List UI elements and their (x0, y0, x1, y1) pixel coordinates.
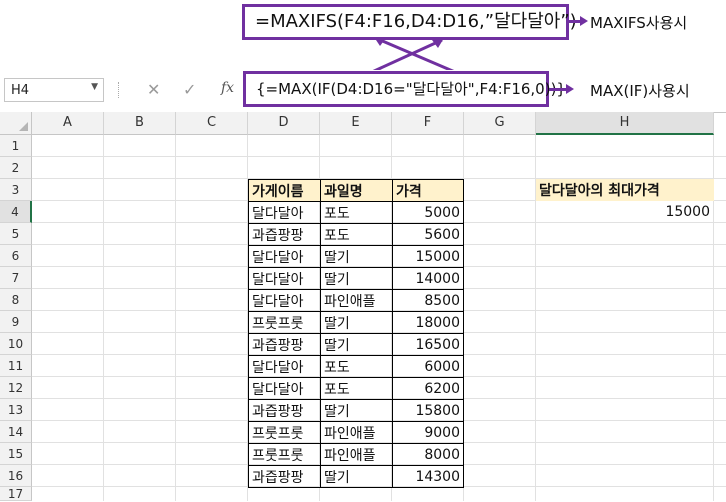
store-cell[interactable]: 과즙팡팡 (248, 465, 321, 488)
header-fruit-name[interactable]: 과일명 (320, 179, 393, 202)
price-cell[interactable]: 14300 (392, 465, 464, 488)
column-header-a[interactable]: A (32, 112, 104, 135)
store-cell[interactable]: 프룻프룻 (248, 311, 321, 334)
store-cell[interactable]: 과즙팡팡 (248, 399, 321, 422)
data-table: 가게이름 과일명 가격 달다달아 포도 5000 과즙팡팡 포도 5600 달다… (248, 179, 464, 488)
name-box-value: H4 (11, 83, 30, 98)
fruit-cell[interactable]: 딸기 (320, 245, 393, 268)
store-cell[interactable]: 프룻프룻 (248, 443, 321, 466)
store-cell[interactable]: 달다달아 (248, 267, 321, 290)
column-header-h[interactable]: H (536, 112, 714, 135)
fruit-cell[interactable]: 파인애플 (320, 289, 393, 312)
store-cell[interactable]: 과즙팡팡 (248, 223, 321, 246)
column-header-b[interactable]: B (104, 112, 176, 135)
column-header-c[interactable]: C (176, 112, 248, 135)
price-cell[interactable]: 16500 (392, 333, 464, 356)
price-cell[interactable]: 8500 (392, 289, 464, 312)
fruit-cell[interactable]: 파인애플 (320, 443, 393, 466)
row-header-16[interactable]: 16 (0, 465, 32, 487)
store-cell[interactable]: 달다달아 (248, 377, 321, 400)
price-cell[interactable]: 9000 (392, 421, 464, 444)
row-header-12[interactable]: 12 (0, 377, 32, 399)
gridline (175, 135, 176, 501)
store-cell[interactable]: 과즙팡팡 (248, 333, 321, 356)
price-cell[interactable]: 6000 (392, 355, 464, 378)
insert-function-icon[interactable]: fx (221, 80, 234, 96)
maxif-formula-callout[interactable]: {=MAX(IF(D4:D16="달다달아",F4:F16,0))} (243, 71, 566, 107)
row-header-13[interactable]: 13 (0, 399, 32, 421)
cancel-icon[interactable]: ✕ (147, 80, 160, 99)
chevron-down-icon[interactable]: ▼ (91, 82, 98, 92)
store-cell[interactable]: 달다달아 (248, 289, 321, 312)
column-header-e[interactable]: E (320, 112, 392, 135)
row-header-15[interactable]: 15 (0, 443, 32, 465)
column-header-g[interactable]: G (464, 112, 536, 135)
select-all-corner[interactable] (0, 112, 32, 135)
formula-bar-divider (118, 82, 121, 98)
header-price[interactable]: 가격 (392, 179, 464, 202)
price-cell[interactable]: 15800 (392, 399, 464, 422)
row-header-14[interactable]: 14 (0, 421, 32, 443)
maxifs-note: MAXIFS사용시 (590, 14, 688, 32)
store-cell[interactable]: 프룻프룻 (248, 421, 321, 444)
fruit-cell[interactable]: 포도 (320, 355, 393, 378)
row-header-7[interactable]: 7 (0, 267, 32, 289)
fruit-cell[interactable]: 포도 (320, 377, 393, 400)
row-header-17[interactable]: 17 (0, 487, 32, 501)
enter-icon[interactable]: ✓ (183, 80, 196, 99)
price-cell[interactable]: 6200 (392, 377, 464, 400)
maxifs-arrow-head (580, 16, 588, 26)
price-cell[interactable]: 5000 (392, 201, 464, 224)
name-box[interactable]: H4 ▼ (4, 78, 104, 102)
maxif-note: MAX(IF)사용시 (590, 82, 690, 100)
store-cell[interactable]: 달다달아 (248, 201, 321, 224)
row-header-11[interactable]: 11 (0, 355, 32, 377)
maxifs-formula-callout: =MAXIFS(F4:F16,D4:D16,”달다달아”) (242, 4, 577, 40)
fruit-cell[interactable]: 딸기 (320, 333, 393, 356)
fruit-cell[interactable]: 딸기 (320, 267, 393, 290)
price-cell[interactable]: 5600 (392, 223, 464, 246)
row-header-4[interactable]: 4 (0, 201, 32, 223)
fruit-cell[interactable]: 포도 (320, 223, 393, 246)
row-header-6[interactable]: 6 (0, 245, 32, 267)
column-header-d[interactable]: D (248, 112, 320, 135)
fruit-cell[interactable]: 포도 (320, 201, 393, 224)
column-header-f[interactable]: F (392, 112, 464, 135)
result-label[interactable]: 달다달아의 최대가격 (536, 179, 714, 201)
store-cell[interactable]: 달다달아 (248, 245, 321, 268)
price-cell[interactable]: 14000 (392, 267, 464, 290)
row-header-5[interactable]: 5 (0, 223, 32, 245)
fruit-cell[interactable]: 딸기 (320, 311, 393, 334)
row-header-1[interactable]: 1 (0, 135, 32, 157)
price-cell[interactable]: 8000 (392, 443, 464, 466)
row-header-10[interactable]: 10 (0, 333, 32, 355)
header-store-name[interactable]: 가게이름 (248, 179, 321, 202)
maxif-arrow-head (566, 84, 574, 94)
price-cell[interactable]: 15000 (392, 245, 464, 268)
gridline (32, 156, 726, 157)
fruit-cell[interactable]: 파인애플 (320, 421, 393, 444)
gridline (103, 135, 104, 501)
row-header-9[interactable]: 9 (0, 311, 32, 333)
price-cell[interactable]: 18000 (392, 311, 464, 334)
fruit-cell[interactable]: 딸기 (320, 399, 393, 422)
row-header-2[interactable]: 2 (0, 157, 32, 179)
row-header-3[interactable]: 3 (0, 179, 32, 201)
fruit-cell[interactable]: 딸기 (320, 465, 393, 488)
store-cell[interactable]: 달다달아 (248, 355, 321, 378)
row-header-8[interactable]: 8 (0, 289, 32, 311)
result-value-cell[interactable]: 15000 (536, 201, 714, 223)
